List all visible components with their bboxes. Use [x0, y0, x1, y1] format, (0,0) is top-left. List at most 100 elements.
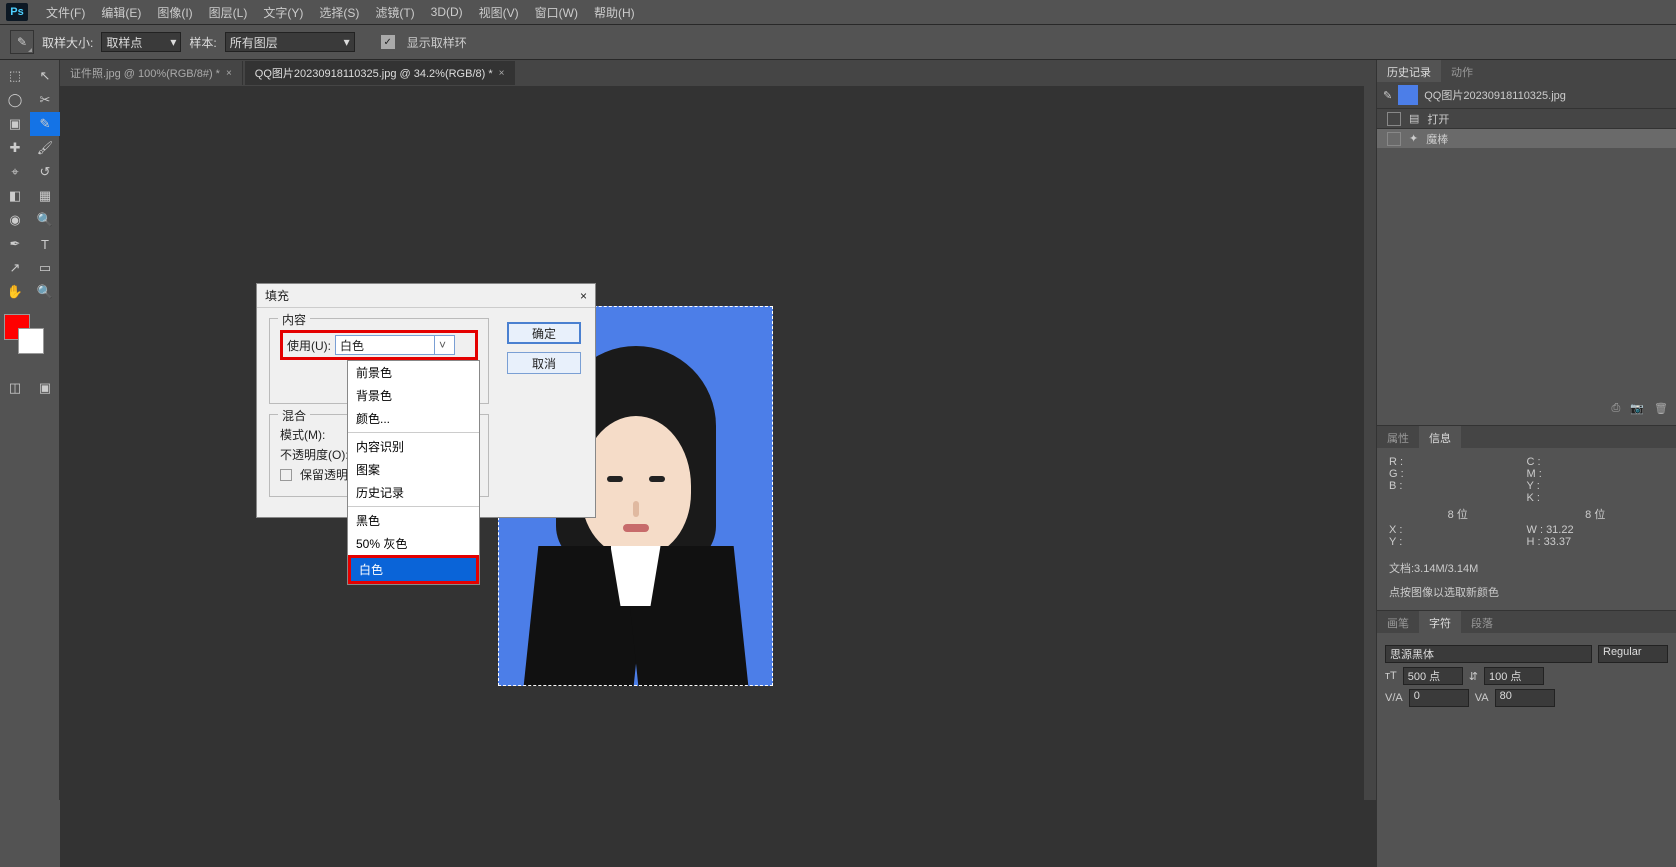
menu-window[interactable]: 窗口(W)	[527, 4, 586, 21]
dialog-titlebar[interactable]: 填充 ×	[257, 284, 595, 308]
menu-bar: Ps 文件(F) 编辑(E) 图像(I) 图层(L) 文字(Y) 选择(S) 滤…	[0, 0, 1676, 24]
camera-icon[interactable]: 📷	[1630, 402, 1644, 415]
menu-help[interactable]: 帮助(H)	[586, 4, 643, 21]
quickmask-tool[interactable]: ◫	[0, 376, 30, 400]
state-icon	[1387, 132, 1401, 146]
use-combo[interactable]: 白色˅	[335, 335, 455, 355]
healing-tool[interactable]: ✚	[0, 136, 30, 160]
tab-info[interactable]: 信息	[1419, 426, 1461, 448]
dd-background[interactable]: 背景色	[348, 384, 479, 407]
cancel-button[interactable]: 取消	[507, 352, 581, 374]
close-icon[interactable]: ×	[580, 289, 587, 303]
dd-pattern[interactable]: 图案	[348, 458, 479, 481]
trash-icon[interactable]: 🗑	[1654, 402, 1668, 415]
pen-tool[interactable]: ✒	[0, 232, 30, 256]
info-panel: R :G :B : C :M :Y :K : 8 位8 位 X :Y : W :…	[1377, 448, 1676, 556]
history-item-open[interactable]: ▤ 打开	[1377, 108, 1676, 128]
background-color[interactable]	[18, 328, 44, 354]
eyedropper-tool[interactable]: ✎	[30, 112, 60, 136]
tab-history[interactable]: 历史记录	[1377, 60, 1441, 82]
dd-foreground[interactable]: 前景色	[348, 361, 479, 384]
menu-edit[interactable]: 编辑(E)	[93, 4, 149, 21]
dd-color[interactable]: 颜色...	[348, 407, 479, 430]
tab-brushes[interactable]: 画笔	[1377, 611, 1419, 633]
font-family-select[interactable]: 思源黑体	[1385, 645, 1592, 663]
gradient-tool[interactable]: ▦	[30, 184, 60, 208]
menu-filter[interactable]: 滤镜(T)	[367, 4, 422, 21]
info-hint: 点按图像以选取新颜色	[1377, 580, 1676, 604]
font-style-select[interactable]: Regular	[1598, 645, 1668, 663]
marquee-tool[interactable]: ◯	[0, 88, 30, 112]
dd-white[interactable]: 白色	[348, 555, 479, 584]
eraser-tool[interactable]: ◧	[0, 184, 30, 208]
wand-icon: ✦	[1409, 132, 1418, 145]
path-tool[interactable]: ↗	[0, 256, 30, 280]
document-icon: ▤	[1409, 112, 1419, 125]
stamp-tool[interactable]: ⌖	[0, 160, 30, 184]
dd-history[interactable]: 历史记录	[348, 481, 479, 504]
leading-icon: ⇵	[1469, 670, 1478, 683]
hand-tool[interactable]: ✋	[0, 280, 30, 304]
right-panels: 历史记录 动作 ✎ QQ图片20230918110325.jpg ▤ 打开 ✦ …	[1376, 60, 1676, 867]
history-thumb	[1398, 85, 1418, 105]
history-doc-row[interactable]: ✎ QQ图片20230918110325.jpg	[1377, 82, 1676, 108]
history-doc-name: QQ图片20230918110325.jpg	[1424, 87, 1566, 103]
sample-layers-select[interactable]: 所有图层▾	[225, 32, 355, 52]
history-brush[interactable]: ↺	[30, 160, 60, 184]
snapshot-icon[interactable]: ⎙	[1612, 402, 1621, 415]
blur-tool[interactable]: ◉	[0, 208, 30, 232]
tab-paragraph[interactable]: 段落	[1461, 611, 1503, 633]
state-icon	[1387, 112, 1401, 126]
eyedropper-icon[interactable]: ✎	[10, 30, 34, 54]
tab-character[interactable]: 字符	[1419, 611, 1461, 633]
menu-select[interactable]: 选择(S)	[311, 4, 367, 21]
shape-tool[interactable]: ▭	[30, 256, 60, 280]
dd-black[interactable]: 黑色	[348, 509, 479, 532]
brush-tool[interactable]: 🖌	[30, 136, 60, 160]
leading-input[interactable]: 100 点	[1484, 667, 1544, 685]
crop-tool[interactable]: ▣	[0, 112, 30, 136]
ok-button[interactable]: 确定	[507, 322, 581, 344]
preserve-trans-checkbox[interactable]	[280, 469, 292, 481]
lasso-tool[interactable]: ✂	[30, 88, 60, 112]
zoom-tool[interactable]: 🔍	[30, 280, 60, 304]
tab-properties[interactable]: 属性	[1377, 426, 1419, 448]
fill-use-dropdown: 前景色 背景色 颜色... 内容识别 图案 历史记录 黑色 50% 灰色 白色	[347, 360, 480, 585]
brush-icon: ✎	[1383, 89, 1392, 102]
menu-type[interactable]: 文字(Y)	[255, 4, 311, 21]
history-item-wand[interactable]: ✦ 魔棒	[1377, 128, 1676, 148]
document-tab-2[interactable]: QQ图片20230918110325.jpg @ 34.2%(RGB/8) *×	[245, 61, 516, 85]
dialog-title: 填充	[265, 287, 289, 304]
close-icon[interactable]: ×	[226, 68, 232, 79]
content-legend: 内容	[278, 311, 310, 328]
font-size-icon: тT	[1385, 670, 1397, 682]
chevron-down-icon[interactable]: ˅	[434, 336, 450, 354]
menu-image[interactable]: 图像(I)	[149, 4, 200, 21]
menu-file[interactable]: 文件(F)	[38, 4, 93, 21]
sample-size-select[interactable]: 取样点▾	[101, 32, 181, 52]
menu-3d[interactable]: 3D(D)	[423, 5, 471, 19]
dd-gray[interactable]: 50% 灰色	[348, 532, 479, 555]
dodge-tool[interactable]: 🔍	[30, 208, 60, 232]
type-tool[interactable]: T	[30, 232, 60, 256]
use-label: 使用(U):	[287, 337, 331, 354]
screenmode-tool[interactable]: ▣	[30, 376, 60, 400]
move-tool[interactable]: ⬚	[0, 64, 30, 88]
show-ring-checkbox[interactable]: ✓	[381, 35, 395, 49]
menu-view[interactable]: 视图(V)	[471, 4, 527, 21]
opacity-label: 不透明度(O):	[280, 446, 349, 463]
color-swatches[interactable]	[4, 314, 54, 354]
font-size-input[interactable]: 500 点	[1403, 667, 1463, 685]
kerning-input[interactable]: 0	[1409, 689, 1469, 707]
artboard-tool[interactable]: ↖	[30, 64, 60, 88]
history-footer: ⎙ 📷 🗑	[1377, 398, 1676, 419]
menu-layer[interactable]: 图层(L)	[201, 4, 256, 21]
tracking-input[interactable]: 80	[1495, 689, 1555, 707]
sample-size-label: 取样大小:	[42, 34, 93, 51]
close-icon[interactable]: ×	[499, 68, 505, 79]
panel-collapse-strip[interactable]	[1364, 60, 1376, 800]
document-tab-1[interactable]: 证件照.jpg @ 100%(RGB/8#) *×	[60, 61, 243, 85]
tab-actions[interactable]: 动作	[1441, 60, 1483, 82]
show-ring-label: 显示取样环	[407, 34, 467, 51]
dd-content-aware[interactable]: 内容识别	[348, 435, 479, 458]
